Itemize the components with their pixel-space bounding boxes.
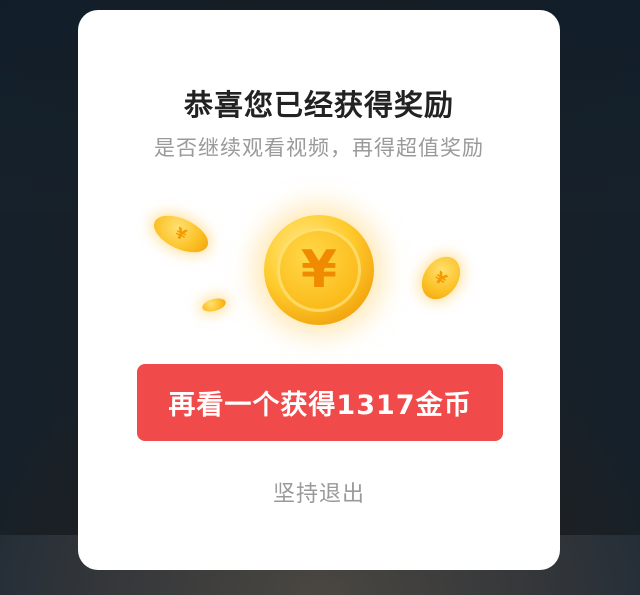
coin-symbol: ¥ (430, 267, 452, 289)
small-coin-icon: ¥ (148, 208, 214, 260)
small-coin-icon: ¥ (413, 249, 469, 307)
dialog-title: 恭喜您已经获得奖励 (183, 88, 454, 122)
gold-coin-icon: ¥ (264, 215, 374, 325)
coin-symbol: ¥ (172, 223, 190, 245)
yen-symbol: ¥ (300, 240, 338, 300)
exit-link[interactable]: 坚持退出 (78, 476, 560, 508)
coin-face: ¥ (277, 228, 361, 312)
reward-dialog: 恭喜您已经获得奖励 是否继续观看视频，再得超值奖励 ¥ ¥ ¥ 再看一个获得13… (78, 10, 560, 570)
dialog-subtitle: 是否继续观看视频，再得超值奖励 (154, 136, 484, 160)
coin-illustration: ¥ ¥ ¥ (78, 195, 560, 345)
watch-again-button[interactable]: 再看一个获得1317金币 (137, 364, 503, 441)
small-coin-icon (200, 296, 228, 314)
